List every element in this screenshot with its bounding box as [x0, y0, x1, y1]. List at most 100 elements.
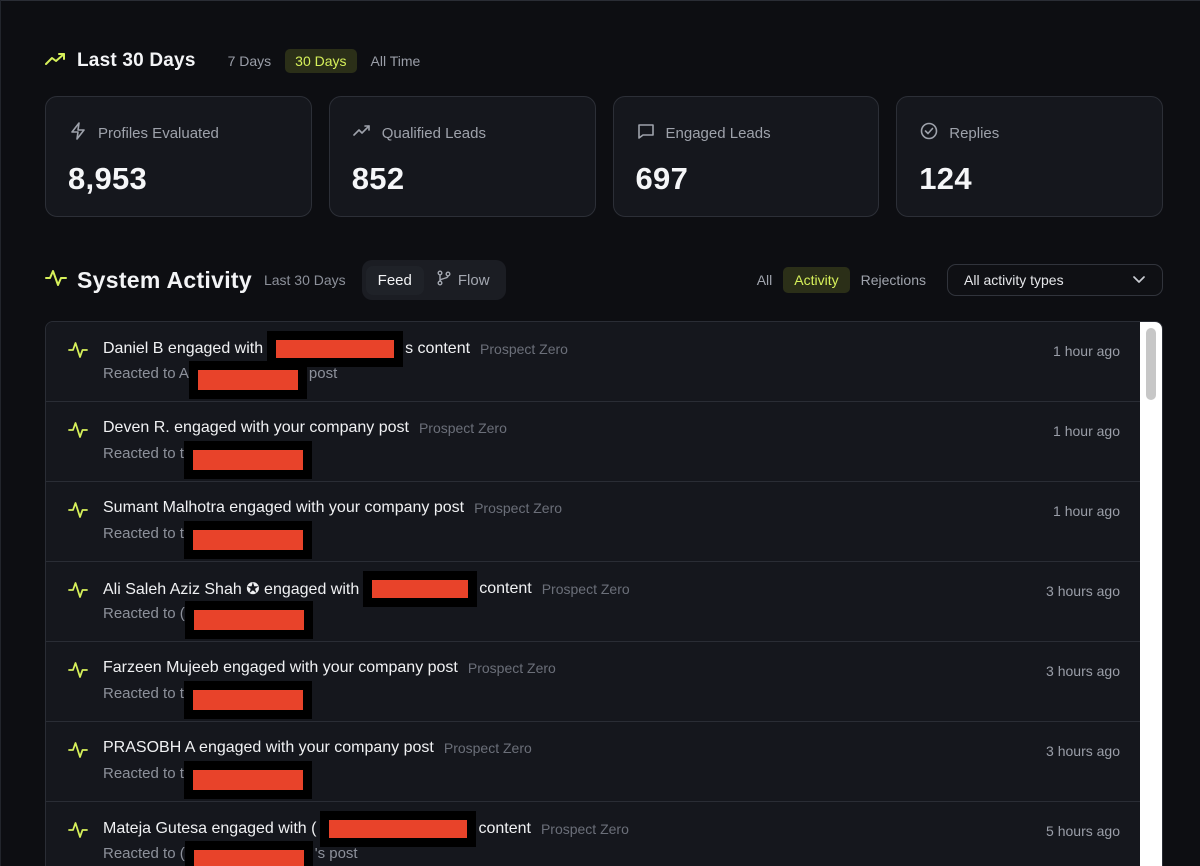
activity-time: 1 hour ago — [1053, 503, 1120, 519]
list-item[interactable]: Daniel B engaged with s content Prospect Z… — [46, 322, 1142, 402]
filter-activity[interactable]: Activity — [783, 267, 850, 293]
filter-rejections[interactable]: Rejections — [850, 267, 937, 293]
activity-detail-text: Reacted to t — [103, 445, 184, 462]
list-item[interactable]: Mateja Gutesa engaged with (content Prosp… — [46, 802, 1142, 866]
tab-feed-label: Feed — [377, 271, 412, 289]
activity-text: Farzeen Mujeeb engaged with your company… — [103, 659, 458, 676]
activity-title: Ali Saleh Aziz Shah ✪ engaged with conten… — [103, 571, 630, 607]
activity-pulse-icon — [68, 341, 88, 364]
list-item[interactable]: Farzeen Mujeeb engaged with your company… — [46, 642, 1142, 722]
activity-title: Daniel B engaged with s content Prospect Z… — [103, 331, 568, 367]
activity-feed-list: Daniel B engaged with s content Prospect Z… — [46, 322, 1142, 866]
tab-30-days[interactable]: 30 Days — [285, 49, 357, 73]
activity-type-select-value: All activity types — [964, 272, 1064, 288]
activity-detail: Reacted to t — [103, 440, 312, 479]
activity-text-end: content — [478, 820, 531, 837]
activity-pulse-icon — [45, 268, 67, 293]
trending-up-icon — [45, 51, 67, 72]
activity-time: 5 hours ago — [1046, 823, 1120, 839]
activity-time: 3 hours ago — [1046, 663, 1120, 679]
activity-text-end: s content — [405, 340, 471, 357]
stat-value: 697 — [635, 161, 689, 196]
activity-pulse-icon — [68, 501, 88, 524]
activity-time: 3 hours ago — [1046, 743, 1120, 759]
activity-source: Prospect Zero — [474, 500, 563, 516]
list-item[interactable]: Deven R. engaged with your company post P… — [46, 402, 1142, 482]
system-activity-header: System Activity Last 30 Days Feed Flow A… — [45, 260, 1163, 300]
activity-detail-text: Reacted to t — [103, 685, 184, 702]
activity-text: Daniel B engaged with — [103, 340, 264, 357]
activity-source: Prospect Zero — [541, 581, 630, 597]
activity-text: Deven R. engaged with your company post — [103, 419, 409, 436]
stat-value: 8,953 — [68, 161, 148, 196]
activity-pulse-icon — [68, 821, 88, 844]
activity-time: 3 hours ago — [1046, 583, 1120, 599]
activity-time: 1 hour ago — [1053, 423, 1120, 439]
activity-title: Sumant Malhotra engaged with your compan… — [103, 499, 562, 517]
activity-detail-text-end: 's post — [314, 845, 358, 862]
feed-scrollbar-track[interactable] — [1140, 322, 1162, 866]
tab-feed[interactable]: Feed — [365, 265, 424, 295]
list-item[interactable]: PRASOBH A engaged with your company post… — [46, 722, 1142, 802]
list-item[interactable]: Sumant Malhotra engaged with your compan… — [46, 482, 1142, 562]
tab-flow-label: Flow — [457, 271, 490, 289]
activity-detail-text: Reacted to ( — [103, 845, 185, 862]
activity-text: Mateja Gutesa engaged with ( — [103, 820, 317, 837]
range-title: Last 30 Days — [77, 50, 196, 71]
activity-pulse-icon — [68, 741, 88, 764]
activity-source: Prospect Zero — [443, 740, 532, 756]
activity-feed: Daniel B engaged with s content Prospect Z… — [45, 321, 1163, 866]
stats-cards: Profiles Evaluated 8,953 Qualified Leads… — [45, 96, 1163, 217]
activity-time: 1 hour ago — [1053, 343, 1120, 359]
redaction-block — [184, 600, 313, 639]
view-toggle: Feed Flow — [361, 260, 506, 300]
redaction-block — [320, 811, 477, 847]
feed-scrollbar-thumb[interactable] — [1146, 328, 1156, 400]
git-branch-icon — [436, 270, 458, 290]
activity-detail-text: Reacted to A — [103, 365, 189, 382]
activity-text: Ali Saleh Aziz Shah ✪ engaged with — [103, 581, 360, 598]
activity-title: Farzeen Mujeeb engaged with your company… — [103, 659, 556, 677]
system-activity-subtitle: Last 30 Days — [263, 272, 346, 288]
activity-source: Prospect Zero — [467, 660, 556, 676]
activity-text-end: content — [479, 580, 532, 597]
check-circle-icon — [919, 121, 949, 145]
filter-all[interactable]: All — [746, 267, 784, 293]
activity-detail-text-end: post — [308, 365, 338, 382]
activity-detail: Reacted to ( — [103, 600, 313, 639]
stat-card-profiles-evaluated: Profiles Evaluated 8,953 — [45, 96, 312, 217]
activity-title: Mateja Gutesa engaged with (content Prosp… — [103, 811, 629, 847]
activity-pulse-icon — [68, 421, 88, 444]
redaction-block — [188, 360, 307, 399]
activity-detail: Reacted to t — [103, 760, 312, 799]
stat-label: Replies — [949, 124, 1000, 142]
stat-label: Engaged Leads — [665, 124, 771, 142]
activity-detail: Reacted to ( 's post — [103, 840, 358, 866]
stat-value: 852 — [351, 161, 405, 196]
redaction-block — [183, 680, 312, 719]
activity-detail: Reacted to t — [103, 520, 312, 559]
activity-title: PRASOBH A engaged with your company post… — [103, 739, 532, 757]
redaction-block — [183, 760, 312, 799]
activity-title: Deven R. engaged with your company post P… — [103, 419, 507, 437]
window-top-border — [0, 0, 1200, 3]
redaction-block — [183, 440, 312, 479]
activity-text: Sumant Malhotra engaged with your compan… — [103, 499, 465, 516]
stat-value: 124 — [919, 161, 972, 196]
stat-card-replies: Replies 124 — [896, 96, 1163, 217]
tab-flow[interactable]: Flow — [424, 264, 502, 296]
stat-card-qualified-leads: Qualified Leads 852 — [328, 96, 596, 217]
activity-detail-text: Reacted to t — [103, 525, 184, 542]
chevron-down-icon — [1132, 272, 1146, 288]
stat-label: Qualified Leads — [381, 124, 486, 142]
chat-icon — [636, 121, 666, 145]
tab-all-time[interactable]: All Time — [361, 49, 431, 73]
tab-7-days[interactable]: 7 Days — [218, 49, 282, 73]
activity-type-select[interactable]: All activity types — [947, 264, 1163, 296]
activity-source: Prospect Zero — [418, 420, 507, 436]
list-item[interactable]: Ali Saleh Aziz Shah ✪ engaged with conten… — [46, 562, 1142, 642]
trending-up-icon — [352, 121, 382, 145]
range-header: Last 30 Days 7 Days 30 Days All Time — [45, 46, 434, 76]
activity-text: PRASOBH A engaged with your company post — [103, 739, 434, 756]
redaction-block — [183, 520, 312, 559]
